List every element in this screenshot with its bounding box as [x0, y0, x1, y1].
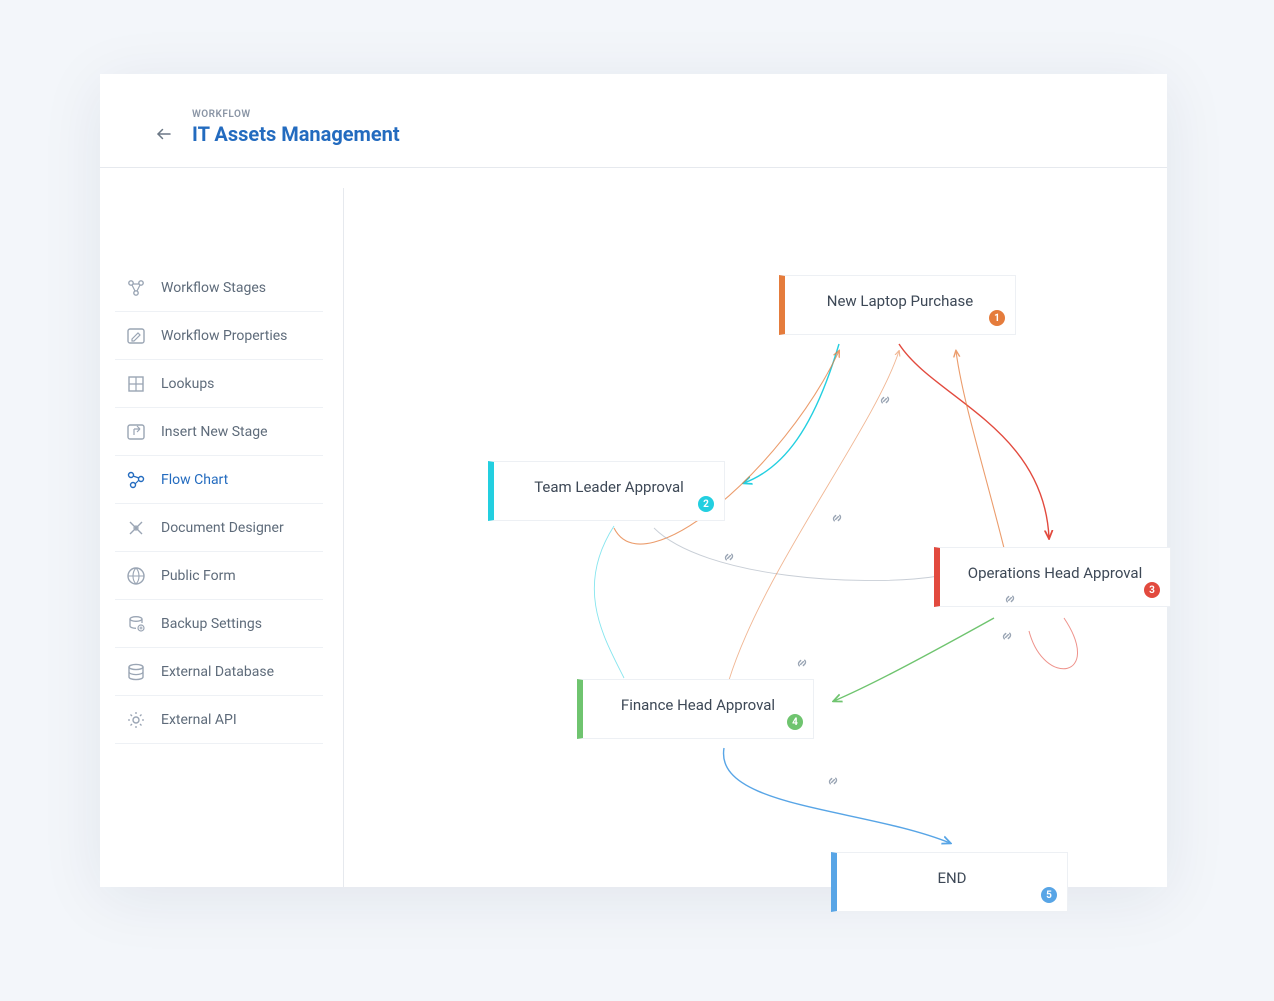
stages-icon [125, 277, 147, 299]
flow-node-badge: 1 [989, 310, 1005, 326]
sidebar-item-label: External API [161, 712, 237, 728]
sidebar-item-external-api[interactable]: External API [115, 696, 323, 744]
sidebar: Workflow Stages Workflow Properties Lookup… [115, 264, 323, 744]
flow-node-badge: 5 [1041, 887, 1057, 903]
sidebar-item-label: Flow Chart [161, 472, 228, 488]
flow-icon [125, 469, 147, 491]
sidebar-item-public-form[interactable]: Public Form [115, 552, 323, 600]
flow-node-badge: 4 [787, 714, 803, 730]
arrow-left-icon [155, 125, 173, 143]
link-icon[interactable] [1001, 590, 1019, 608]
pencil-icon [125, 325, 147, 347]
flow-node-badge: 3 [1144, 582, 1160, 598]
sidebar-item-label: Document Designer [161, 520, 284, 536]
flow-node-label: Operations Head Approval [968, 564, 1142, 582]
sidebar-item-label: Backup Settings [161, 616, 262, 632]
database-icon [125, 661, 147, 683]
flow-node-label: Finance Head Approval [621, 696, 775, 714]
sidebar-item-label: Public Form [161, 568, 236, 584]
sidebar-item-flow-chart[interactable]: Flow Chart [115, 456, 323, 504]
flow-node-label: Team Leader Approval [534, 478, 684, 496]
link-icon[interactable] [876, 391, 894, 409]
back-button[interactable] [150, 120, 178, 148]
flow-node-5[interactable]: END 5 [831, 852, 1068, 912]
backup-icon [125, 613, 147, 635]
link-icon[interactable] [998, 627, 1016, 645]
grid-icon [125, 373, 147, 395]
sidebar-item-label: External Database [161, 664, 274, 680]
sidebar-item-lookups[interactable]: Lookups [115, 360, 323, 408]
flow-node-3[interactable]: Operations Head Approval3 [934, 547, 1171, 607]
flow-node-label: New Laptop Purchase [827, 292, 973, 310]
page-title: IT Assets Management [192, 122, 400, 146]
breadcrumb: WORKFLOW [192, 109, 400, 120]
sidebar-item-insert-new-stage[interactable]: Insert New Stage [115, 408, 323, 456]
sidebar-item-label: Insert New Stage [161, 424, 268, 440]
flow-node-4[interactable]: Finance Head Approval 4 [577, 679, 814, 739]
flow-node-badge: 2 [698, 496, 714, 512]
design-icon [125, 517, 147, 539]
sidebar-item-backup-settings[interactable]: Backup Settings [115, 600, 323, 648]
sidebar-item-label: Workflow Properties [161, 328, 287, 344]
flowchart-connectors [344, 168, 1167, 887]
globe-icon [125, 565, 147, 587]
insert-icon [125, 421, 147, 443]
sidebar-item-external-database[interactable]: External Database [115, 648, 323, 696]
link-icon[interactable] [828, 509, 846, 527]
link-icon[interactable] [793, 654, 811, 672]
sidebar-item-workflow-properties[interactable]: Workflow Properties [115, 312, 323, 360]
link-icon[interactable] [720, 548, 738, 566]
sidebar-item-document-designer[interactable]: Document Designer [115, 504, 323, 552]
sidebar-item-label: Lookups [161, 376, 214, 392]
sidebar-item-workflow-stages[interactable]: Workflow Stages [115, 264, 323, 312]
header-text: WORKFLOW IT Assets Management [192, 109, 400, 146]
flow-node-1[interactable]: New Laptop Purchase 1 [779, 275, 1016, 335]
header: WORKFLOW IT Assets Management [100, 74, 1167, 168]
app-card: WORKFLOW IT Assets Management Workflow S… [100, 74, 1167, 887]
gear-icon [125, 709, 147, 731]
flow-node-label: END [937, 869, 966, 887]
sidebar-item-label: Workflow Stages [161, 280, 266, 296]
link-icon[interactable] [824, 772, 842, 790]
flowchart-canvas[interactable]: New Laptop Purchase 1 Team Leader Approval… [344, 168, 1167, 887]
flow-node-2[interactable]: Team Leader Approval 2 [488, 461, 725, 521]
